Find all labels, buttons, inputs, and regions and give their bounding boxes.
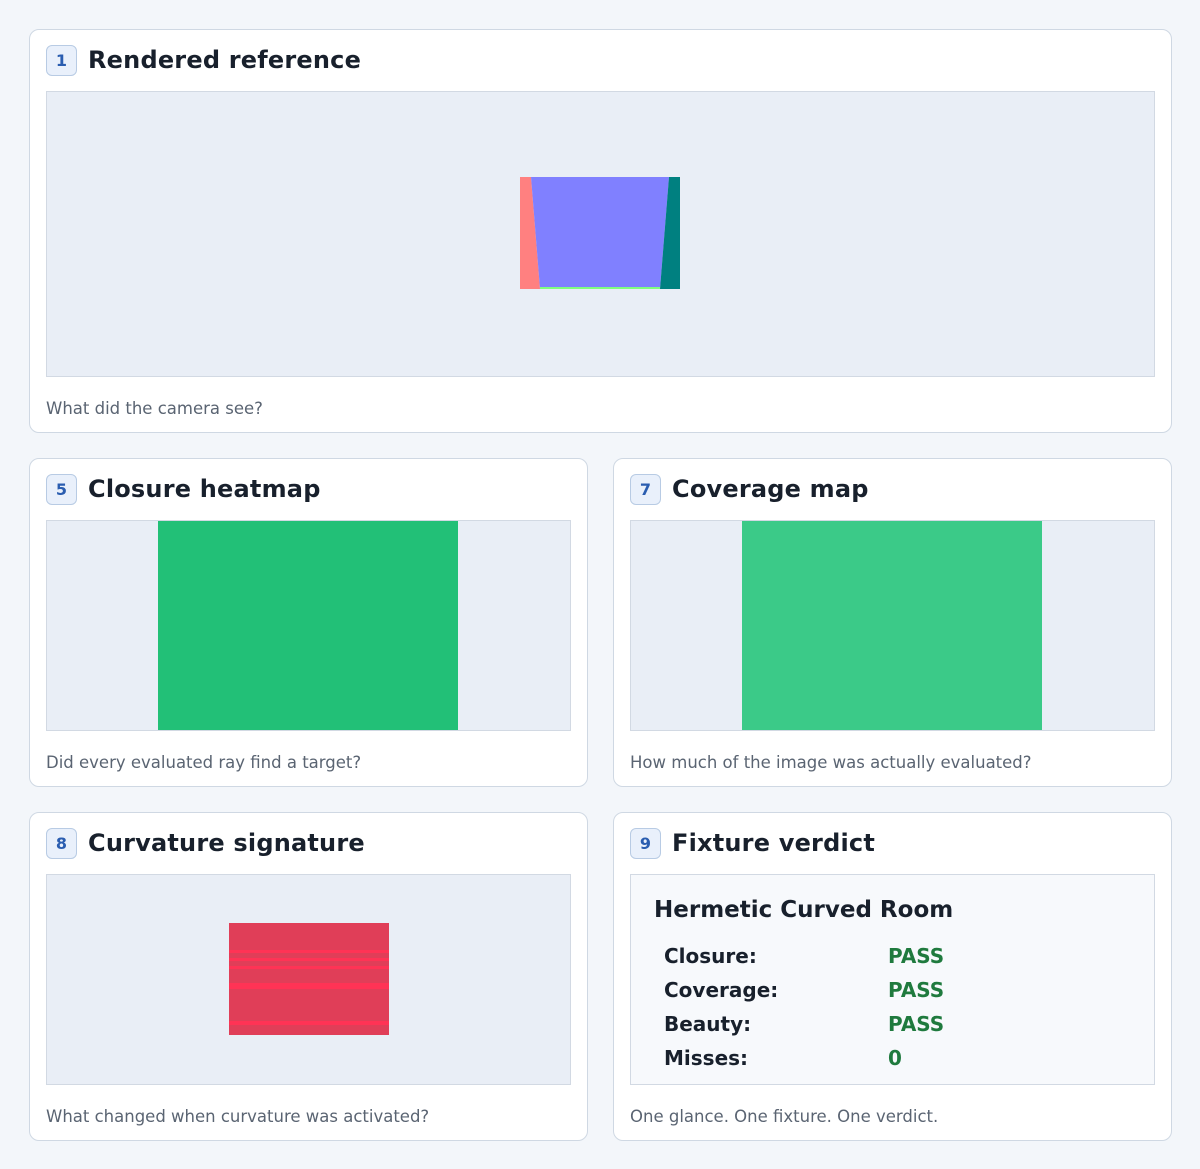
verdict-value: PASS: [888, 978, 945, 1002]
closure-heatmap-panel: [46, 520, 571, 731]
card-header: 7 Coverage map: [630, 473, 869, 505]
card-caption: What did the camera see?: [46, 399, 263, 418]
card-fixture-verdict: 9 Fixture verdict Hermetic Curved Room C…: [613, 812, 1172, 1141]
card-rendered-reference: 1 Rendered reference What did the camera…: [29, 29, 1172, 433]
fixture-verdict-panel: Hermetic Curved Room Closure: PASS Cover…: [630, 874, 1155, 1085]
verdict-value: PASS: [888, 1012, 945, 1036]
card-title: Rendered reference: [88, 46, 362, 74]
coverage-map-fill: [742, 521, 1042, 730]
verdict-label: Beauty:: [664, 1012, 752, 1036]
verdict-label: Coverage:: [664, 978, 779, 1002]
coverage-map-panel: [630, 520, 1155, 731]
curvature-stripe: [229, 966, 389, 969]
card-number-badge: 8: [46, 827, 77, 859]
verdict-label: Closure:: [664, 944, 757, 968]
card-header: 5 Closure heatmap: [46, 473, 321, 505]
card-title: Coverage map: [672, 475, 869, 503]
reference-floor-edge: [540, 287, 660, 289]
card-header: 1 Rendered reference: [46, 44, 361, 76]
curvature-signature-panel: [46, 874, 571, 1085]
card-header: 8 Curvature signature: [46, 827, 365, 859]
curvature-stripe: [229, 983, 389, 989]
rendered-reference-panel: [46, 91, 1155, 377]
card-title: Closure heatmap: [88, 475, 321, 503]
closure-heatmap-fill: [158, 521, 458, 730]
card-caption: How much of the image was actually evalu…: [630, 753, 1032, 772]
card-curvature-signature: 8 Curvature signature What changed when …: [29, 812, 588, 1141]
card-caption: Did every evaluated ray find a target?: [46, 753, 362, 772]
verdict-value: 0: [888, 1046, 902, 1070]
card-caption: What changed when curvature was activate…: [46, 1107, 430, 1126]
curvature-stripe: [229, 958, 389, 961]
card-caption: One glance. One fixture. One verdict.: [630, 1107, 939, 1126]
card-closure-heatmap: 5 Closure heatmap Did every evaluated ra…: [29, 458, 588, 787]
verdict-label: Misses:: [664, 1046, 749, 1070]
rendered-reference-image: [520, 177, 680, 289]
curvature-block: [229, 923, 389, 1035]
reference-back-wall: [531, 177, 669, 289]
card-number-badge: 5: [46, 473, 77, 505]
card-number-badge: 7: [630, 473, 661, 505]
curvature-signature-image: [229, 923, 389, 1035]
verdict-value: PASS: [888, 944, 945, 968]
card-number-badge: 1: [46, 44, 77, 76]
card-header: 9 Fixture verdict: [630, 827, 875, 859]
curvature-stripe: [229, 1021, 389, 1025]
fixture-name: Hermetic Curved Room: [654, 897, 954, 923]
curvature-stripe: [229, 950, 389, 953]
card-coverage-map: 7 Coverage map How much of the image was…: [613, 458, 1172, 787]
card-title: Curvature signature: [88, 829, 365, 857]
card-title: Fixture verdict: [672, 829, 875, 857]
card-number-badge: 9: [630, 827, 661, 859]
